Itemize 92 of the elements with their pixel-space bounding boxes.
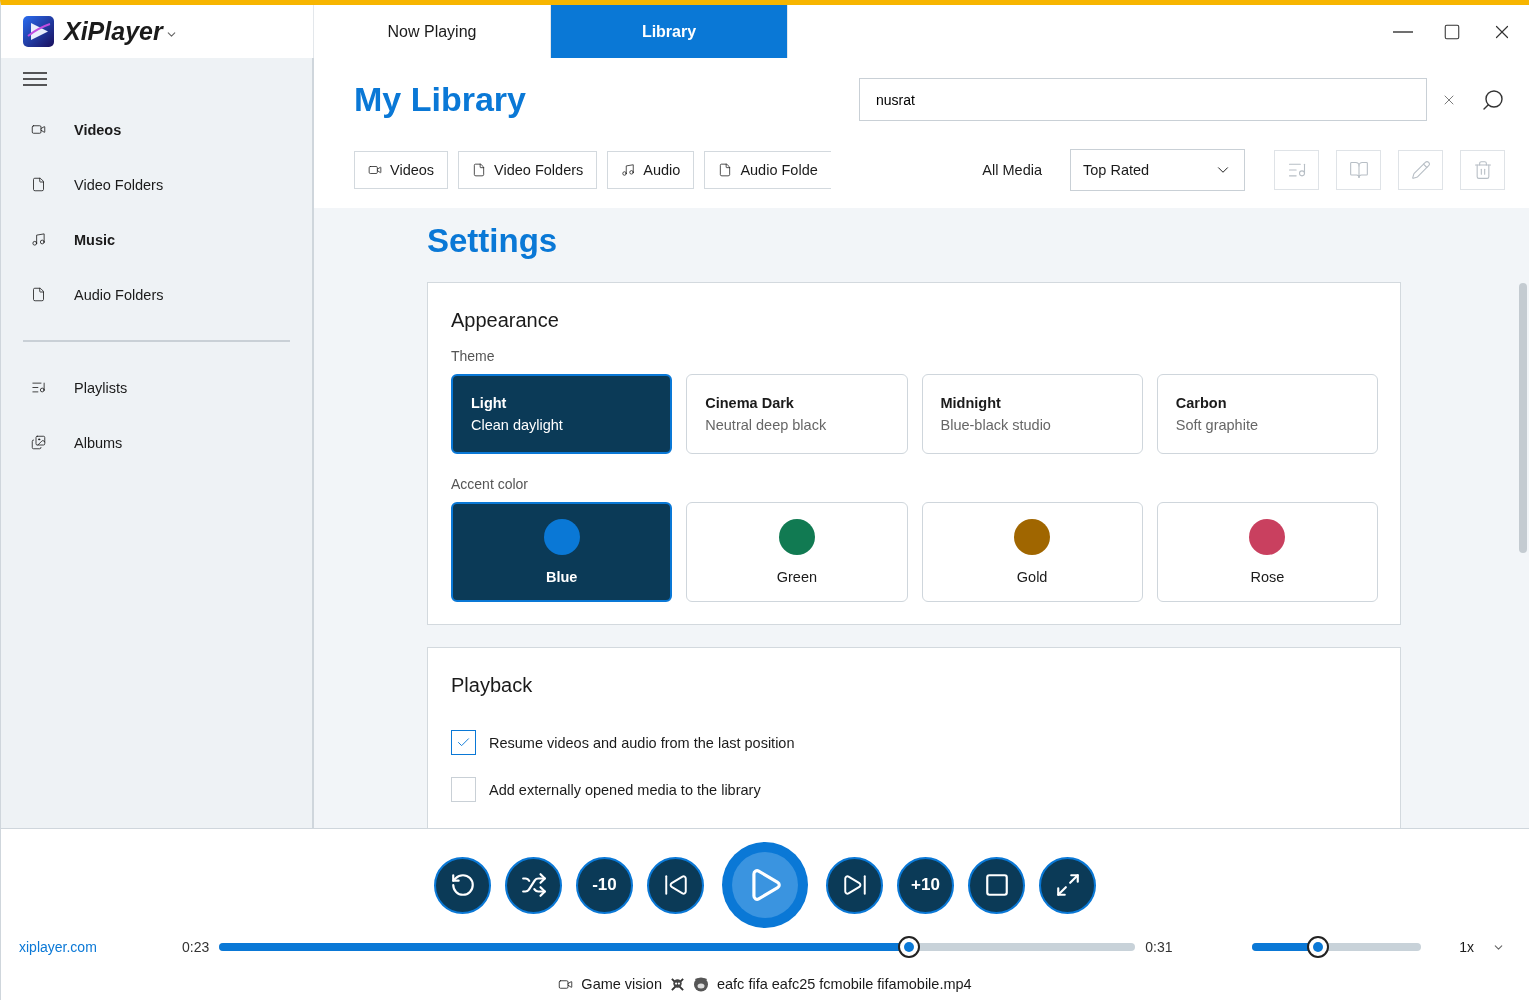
accent-name: Gold [1016, 569, 1048, 585]
file-icon [31, 177, 46, 192]
sidebar-item[interactable]: Music [74, 231, 116, 248]
video-icon [31, 122, 46, 137]
book-icon [1348, 160, 1369, 180]
maximize-button[interactable] [1443, 22, 1461, 41]
repeat-button[interactable] [434, 856, 491, 914]
menu-button[interactable] [23, 72, 47, 86]
theme-description: Soft graphite [1175, 417, 1259, 433]
next-icon [841, 872, 868, 898]
menu-icon [23, 72, 47, 86]
media-label: Game vision [581, 976, 662, 992]
sidebar-item[interactable]: Videos [74, 121, 122, 138]
previous-icon [662, 872, 689, 898]
file-icon [718, 163, 733, 177]
theme-card[interactable]: Carbon Soft graphite [1156, 374, 1378, 454]
section-title: Settings [427, 222, 559, 260]
shuffle-button[interactable] [505, 856, 562, 914]
website-link[interactable]: xiplayer.com [19, 939, 182, 955]
app-logo-icon [23, 16, 54, 47]
accent-card[interactable]: Gold [921, 502, 1143, 602]
app-name: XiPlayer [64, 17, 163, 46]
page-title: My Library [354, 80, 526, 119]
elapsed-time: 0:23 [182, 939, 210, 955]
stop-icon [983, 872, 1010, 898]
accent-card[interactable]: Green [686, 502, 908, 602]
search-button[interactable] [1481, 87, 1505, 112]
shuffle-icon [520, 872, 547, 898]
edit-icon [1410, 160, 1431, 180]
theme-name: Cinema Dark [705, 395, 795, 411]
scrollbar[interactable] [1519, 283, 1527, 553]
filter-button[interactable]: Audio [607, 151, 695, 189]
field-label: Accent color [451, 476, 530, 492]
panel-title: Playback [451, 674, 534, 697]
sort-dropdown[interactable]: Top Rated [1070, 149, 1245, 191]
sidebar-item[interactable]: Audio Folders [74, 286, 164, 303]
theme-description: Neutral deep black [705, 417, 828, 433]
filter-button[interactable]: Video Folders [458, 151, 598, 189]
accent-card[interactable]: Rose [1156, 502, 1378, 602]
slider-thumb[interactable] [898, 936, 920, 958]
theme-name: Carbon [1175, 395, 1228, 411]
seek-button[interactable]: -10 [576, 856, 633, 914]
previous-button[interactable] [647, 856, 704, 914]
field-label: Theme [451, 348, 496, 364]
search-field[interactable]: nusrat [859, 78, 1427, 121]
fullscreen-button[interactable] [1039, 856, 1096, 914]
filter-button[interactable]: Videos [354, 151, 449, 189]
theme-description: Clean daylight [471, 417, 564, 433]
fullscreen-icon [1054, 872, 1081, 898]
repeat-icon [449, 872, 476, 898]
option-label: Resume videos and audio from the last position [489, 734, 795, 751]
slider-thumb[interactable] [1307, 936, 1330, 958]
file-name: eafc fifa eafc25 fcmobile fifamobile.mp4 [716, 976, 972, 992]
music-icon [621, 163, 636, 177]
accent-name: Green [776, 569, 818, 585]
progress-track[interactable] [219, 943, 1136, 951]
theme-name: Light [471, 395, 508, 411]
theme-card[interactable]: Light Clean daylight [451, 374, 673, 454]
delete-icon [1472, 160, 1493, 180]
panel-title: Appearance [451, 309, 560, 332]
maximize-icon [1443, 22, 1461, 41]
album-icon [31, 435, 46, 450]
total-time: 0:31 [1145, 939, 1173, 955]
playlist-icon [31, 380, 46, 395]
skull-icon [669, 976, 685, 992]
seek-button[interactable]: +10 [897, 856, 954, 914]
option-label: Add externally opened media to the library [489, 781, 761, 798]
theme-name: Midnight [940, 395, 1002, 411]
theme-card[interactable]: Midnight Blue-black studio [921, 374, 1143, 454]
accent-name: Blue [545, 569, 578, 585]
music-icon [31, 232, 46, 247]
sidebar-item[interactable]: Video Folders [74, 176, 164, 193]
minimize-button[interactable] [1393, 30, 1413, 33]
volume-track[interactable] [1252, 943, 1422, 951]
file-icon [472, 163, 487, 177]
file-icon [31, 287, 46, 302]
checkbox[interactable] [451, 730, 476, 755]
minimize-icon [1393, 30, 1413, 33]
sidebar-item[interactable]: Albums [74, 434, 123, 451]
next-button[interactable] [826, 856, 883, 914]
sidebar-item[interactable]: Playlists [74, 379, 128, 396]
accent-name: Rose [1250, 569, 1285, 585]
filter-button[interactable]: Audio Folde [704, 151, 831, 189]
tab[interactable]: Library [551, 5, 788, 58]
stop-button[interactable] [968, 856, 1025, 914]
search-icon [1481, 87, 1505, 112]
theme-card[interactable]: Cinema Dark Neutral deep black [686, 374, 908, 454]
speed-dropdown[interactable]: 1x [1453, 938, 1511, 956]
accent-card[interactable]: Blue [451, 502, 673, 602]
scope-label: All Media [982, 162, 1042, 178]
theme-description: Blue-black studio [940, 417, 1052, 433]
video-icon [368, 163, 382, 177]
